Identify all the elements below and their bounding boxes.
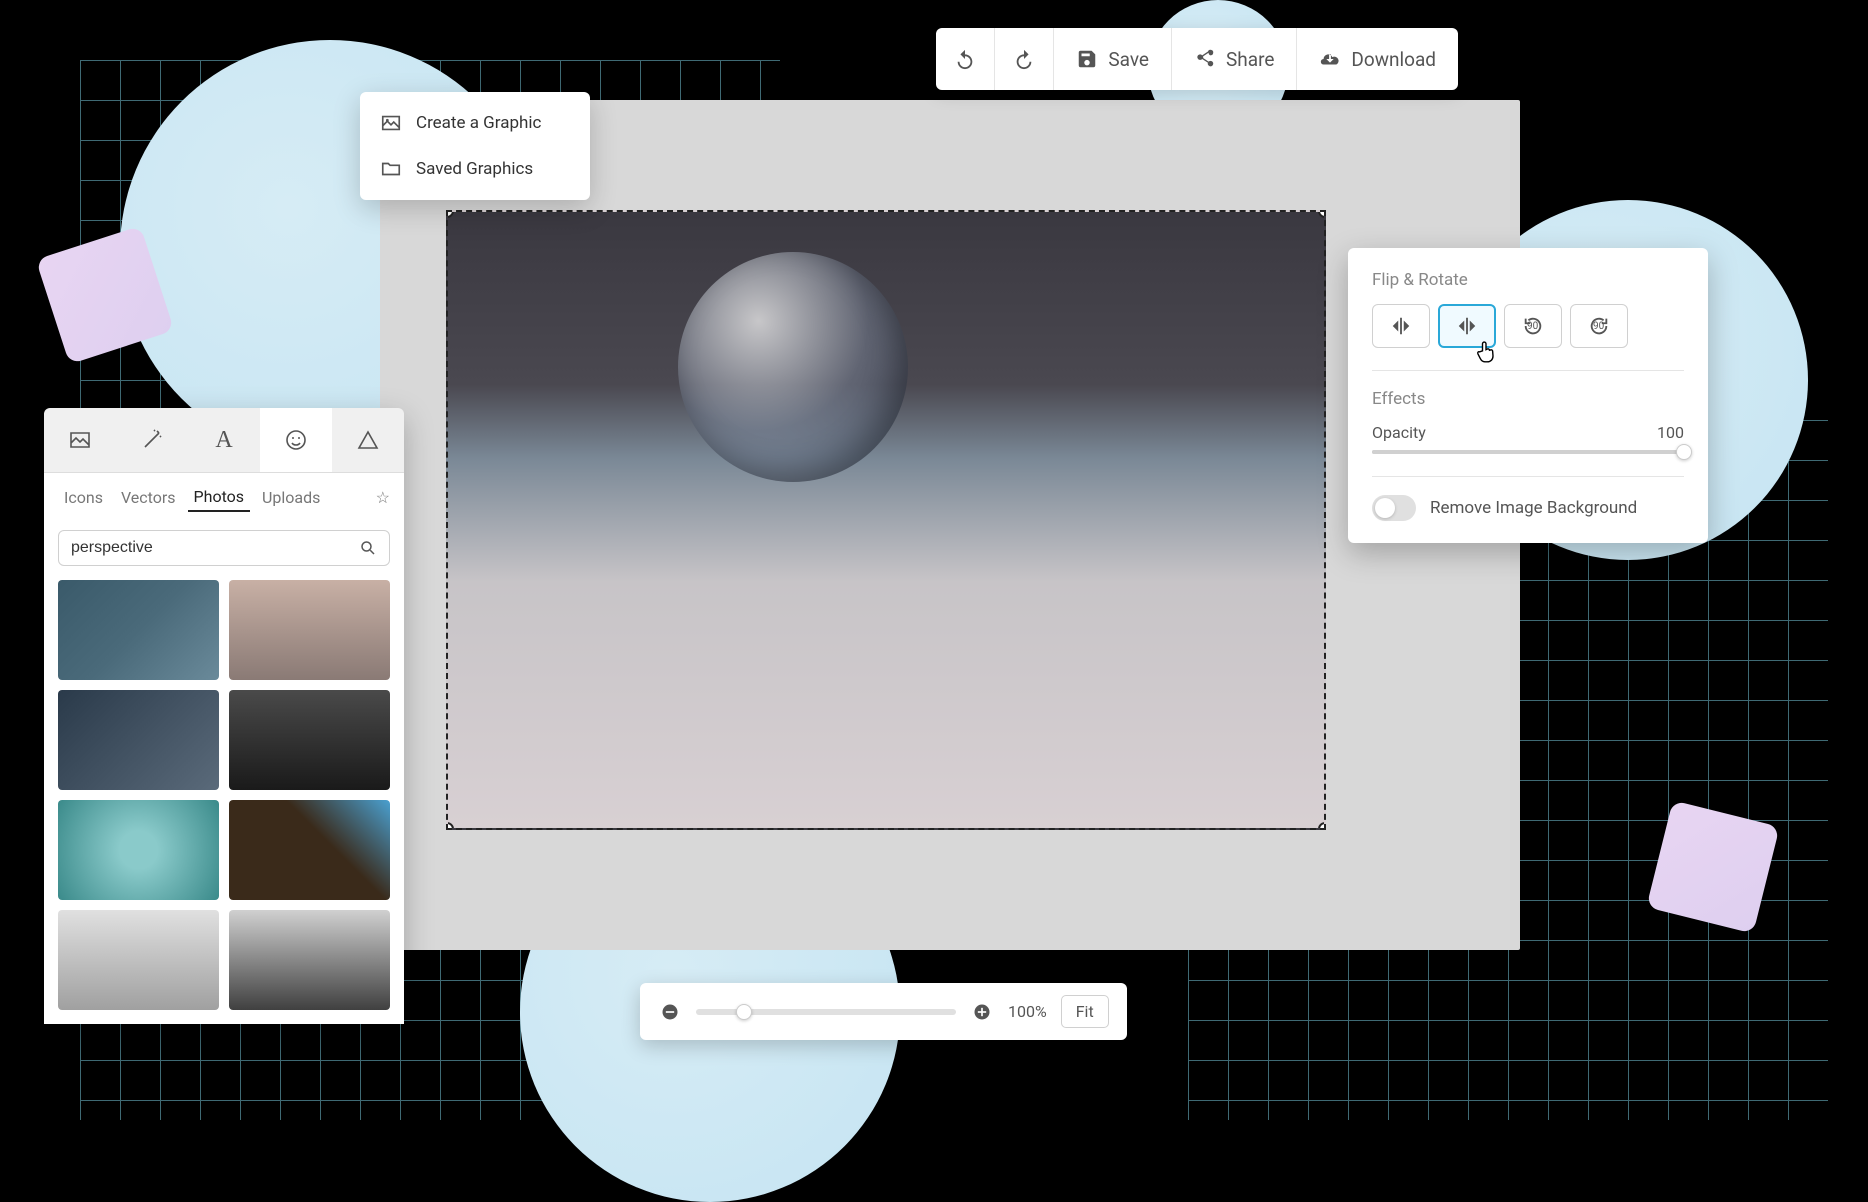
effects-title: Effects: [1372, 389, 1684, 409]
asset-subtabs: Icons Vectors Photos Uploads ☆: [44, 473, 404, 522]
photo-thumb[interactable]: [229, 800, 390, 900]
photo-thumb[interactable]: [58, 690, 219, 790]
menu-create-label: Create a Graphic: [416, 113, 541, 133]
resize-handle-bl[interactable]: [446, 822, 454, 830]
tab-shapes[interactable]: [332, 408, 404, 472]
subtab-icons[interactable]: Icons: [58, 484, 109, 511]
save-button[interactable]: Save: [1054, 28, 1172, 90]
zoom-value: 100%: [1008, 1002, 1047, 1021]
undo-button[interactable]: [936, 28, 995, 90]
redo-button[interactable]: [995, 28, 1054, 90]
asset-category-tabs: A: [44, 408, 404, 473]
wand-icon: [140, 428, 164, 452]
zoom-bar: 100% Fit: [640, 983, 1127, 1040]
remove-bg-label: Remove Image Background: [1430, 498, 1637, 518]
opacity-slider-fill: [1372, 450, 1684, 454]
menu-create-graphic[interactable]: Create a Graphic: [360, 100, 590, 146]
favorites-star[interactable]: ☆: [376, 488, 390, 507]
download-button[interactable]: Download: [1297, 28, 1458, 90]
remove-bg-toggle[interactable]: [1372, 495, 1416, 521]
download-icon: [1319, 48, 1341, 70]
smiley-icon: [284, 428, 308, 452]
text-icon: A: [215, 427, 232, 454]
rotate-left-button[interactable]: 90: [1504, 304, 1562, 348]
properties-panel: Flip & Rotate 90 90 Effects Opacity 100 …: [1348, 248, 1708, 543]
flip-vertical-icon: [1456, 315, 1478, 337]
photo-thumb[interactable]: [229, 580, 390, 680]
cursor-hand-icon: [1472, 338, 1500, 366]
image-icon: [380, 112, 402, 134]
menu-saved-label: Saved Graphics: [416, 159, 533, 179]
photo-thumb[interactable]: [58, 800, 219, 900]
resize-handle-tl[interactable]: [446, 210, 454, 218]
photo-thumb[interactable]: [58, 910, 219, 1010]
zoom-out-button[interactable]: [658, 1000, 682, 1024]
subtab-vectors[interactable]: Vectors: [115, 484, 182, 511]
search-input[interactable]: [71, 539, 359, 557]
rotate-right-degrees: 90: [1593, 321, 1604, 332]
undo-icon: [954, 48, 976, 70]
flip-rotate-title: Flip & Rotate: [1372, 270, 1684, 290]
plus-circle-icon: [972, 1002, 992, 1022]
search-icon[interactable]: [359, 539, 377, 557]
minus-circle-icon: [660, 1002, 680, 1022]
image-icon: [68, 428, 92, 452]
resize-handle-tr[interactable]: [1318, 210, 1326, 218]
zoom-in-button[interactable]: [970, 1000, 994, 1024]
resize-handle-br[interactable]: [1318, 822, 1326, 830]
subtab-photos[interactable]: Photos: [188, 483, 251, 512]
rotate-left-degrees: 90: [1527, 321, 1538, 332]
fit-button[interactable]: Fit: [1061, 995, 1109, 1028]
opacity-label: Opacity: [1372, 423, 1426, 442]
share-label: Share: [1226, 48, 1274, 71]
photo-grid: [44, 580, 404, 1024]
image-content-sphere: [678, 252, 908, 482]
photo-thumb[interactable]: [229, 690, 390, 790]
top-toolbar: Save Share Download: [936, 28, 1458, 90]
opacity-slider-thumb[interactable]: [1676, 444, 1692, 460]
flip-vertical-button[interactable]: [1438, 304, 1496, 348]
opacity-slider[interactable]: [1372, 450, 1684, 454]
opacity-value: 100: [1657, 423, 1684, 442]
download-label: Download: [1351, 48, 1436, 71]
save-label: Save: [1108, 48, 1149, 71]
share-icon: [1194, 48, 1216, 70]
flip-horizontal-button[interactable]: [1372, 304, 1430, 348]
folder-icon: [380, 158, 402, 180]
tab-magic[interactable]: [116, 408, 188, 472]
search-box: [58, 530, 390, 566]
menu-saved-graphics[interactable]: Saved Graphics: [360, 146, 590, 192]
share-button[interactable]: Share: [1172, 28, 1297, 90]
graphics-menu: Create a Graphic Saved Graphics: [360, 92, 590, 200]
tab-text[interactable]: A: [188, 408, 260, 472]
subtab-uploads[interactable]: Uploads: [256, 484, 326, 511]
save-icon: [1076, 48, 1098, 70]
selected-image[interactable]: [446, 210, 1326, 830]
asset-panel: A Icons Vectors Photos Uploads ☆: [44, 408, 404, 1024]
zoom-slider[interactable]: [696, 1009, 956, 1015]
tab-images[interactable]: [44, 408, 116, 472]
redo-icon: [1013, 48, 1035, 70]
zoom-slider-thumb[interactable]: [736, 1004, 752, 1020]
tab-stickers[interactable]: [260, 408, 332, 472]
divider: [1372, 370, 1684, 371]
triangle-icon: [356, 428, 380, 452]
divider: [1372, 476, 1684, 477]
flip-horizontal-icon: [1390, 315, 1412, 337]
photo-thumb[interactable]: [229, 910, 390, 1010]
photo-thumb[interactable]: [58, 580, 219, 680]
rotate-right-button[interactable]: 90: [1570, 304, 1628, 348]
